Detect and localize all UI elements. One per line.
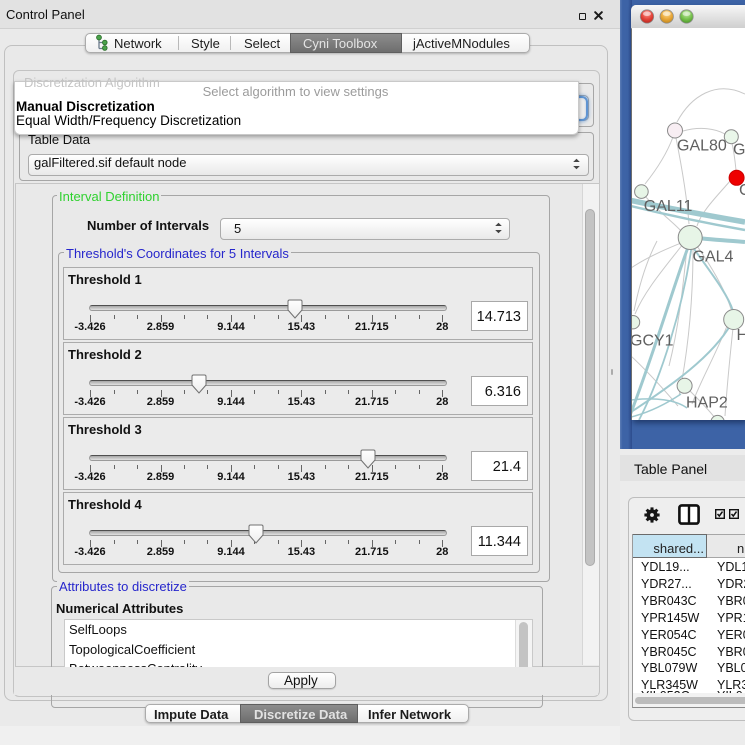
svg-text:GAL80: GAL80 bbox=[677, 138, 727, 155]
svg-text:GAL11: GAL11 bbox=[644, 198, 693, 215]
svg-text:GCY1: GCY1 bbox=[632, 333, 674, 350]
svg-text:GAL4: GAL4 bbox=[693, 249, 734, 266]
svg-text:H: H bbox=[737, 327, 745, 344]
svg-text:HAP2: HAP2 bbox=[686, 395, 728, 412]
svg-text:GA: GA bbox=[733, 142, 745, 159]
svg-text:C: C bbox=[739, 182, 745, 199]
